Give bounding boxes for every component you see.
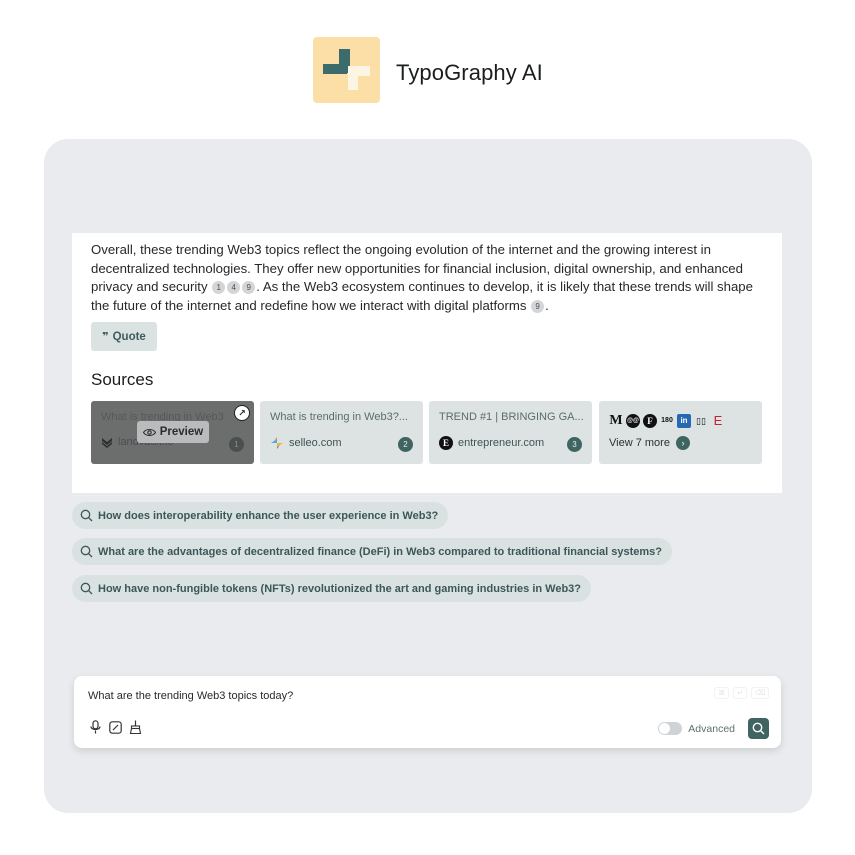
edit-icon[interactable]	[108, 720, 122, 734]
forbes-logo-icon: F	[643, 414, 657, 428]
search-icon	[752, 722, 765, 735]
source-title: TREND #1 | BRINGING GA...	[439, 411, 584, 423]
source-number: 2	[398, 437, 413, 452]
app-logo	[313, 37, 380, 103]
source-number: 1	[229, 437, 244, 452]
source-title: What is trending in Web3?...	[270, 411, 408, 423]
source-site: selleo.com	[289, 437, 342, 449]
citation-badge[interactable]: 9	[531, 299, 545, 313]
selleo-logo-icon	[271, 437, 283, 449]
more-sources-card[interactable]: M @@ F 180 in ▯▯ Ε View 7 more ›	[599, 401, 762, 464]
citation-badge[interactable]: 1	[212, 281, 226, 295]
linkedin-logo-icon: in	[677, 414, 691, 428]
view-more-label: View 7 more	[609, 437, 670, 449]
source-site: entrepreneur.com	[458, 437, 545, 449]
sources-heading: Sources	[91, 370, 154, 389]
search-icon	[80, 509, 93, 522]
related-question-1[interactable]: How does interoperability enhance the us…	[72, 502, 449, 529]
landvault-logo-icon	[102, 438, 112, 448]
search-icon	[80, 582, 93, 595]
shortcut-hint-icon: ↵	[733, 687, 748, 699]
related-question-3[interactable]: How have non-fungible tokens (NFTs) revo…	[72, 575, 592, 602]
search-button[interactable]	[748, 718, 769, 739]
source-card-3[interactable]: TREND #1 | BRINGING GA... E entrepreneur…	[429, 401, 592, 464]
advanced-toggle[interactable]	[658, 722, 683, 735]
entrepreneur-logo-icon: E	[439, 436, 453, 450]
preview-button[interactable]: Preview	[137, 421, 209, 443]
answer-text: Overall, these trending Web3 topics refl…	[91, 242, 753, 313]
query-input[interactable]	[88, 690, 648, 702]
source-card-2[interactable]: What is trending in Web3?... selleo.com …	[260, 401, 423, 464]
shortcut-hint-icon: ⌘	[714, 687, 730, 699]
query-composer: ⌘↵⌫ Advanced	[74, 676, 781, 748]
book-icon: ▯▯	[696, 416, 706, 426]
source-favicon-icon: @@	[626, 414, 640, 428]
search-icon	[80, 545, 93, 558]
chevron-right-icon: ›	[675, 436, 690, 450]
microphone-icon[interactable]	[88, 720, 102, 734]
keyboard-shortcuts-hint: ⌘ ↵ ⌫	[714, 687, 769, 699]
answer-panel: Overall, these trending Web3 topics refl…	[72, 233, 782, 493]
open-external-icon[interactable]: ↗	[234, 405, 250, 421]
eye-icon	[142, 428, 156, 436]
source-favicon-icon: 180	[661, 417, 673, 424]
quote-button[interactable]: ❞ Quote	[91, 322, 157, 351]
clear-broom-icon[interactable]	[128, 720, 142, 734]
citation-badge[interactable]: 4	[227, 281, 241, 295]
quote-icon: ❞	[102, 331, 109, 343]
source-card-1[interactable]: What is trending in Web3 landvault.io 1 …	[91, 401, 254, 464]
related-question-2[interactable]: What are the advantages of decentralized…	[72, 538, 672, 565]
citation-badge[interactable]: 9	[242, 281, 256, 295]
source-favicon-icon: Ε	[713, 413, 723, 428]
advanced-label: Advanced	[688, 722, 735, 735]
shortcut-hint-icon: ⌫	[751, 687, 769, 699]
app-title: TypoGraphy AI	[396, 60, 543, 85]
source-number: 3	[567, 437, 582, 452]
medium-logo-icon: M	[609, 413, 623, 428]
